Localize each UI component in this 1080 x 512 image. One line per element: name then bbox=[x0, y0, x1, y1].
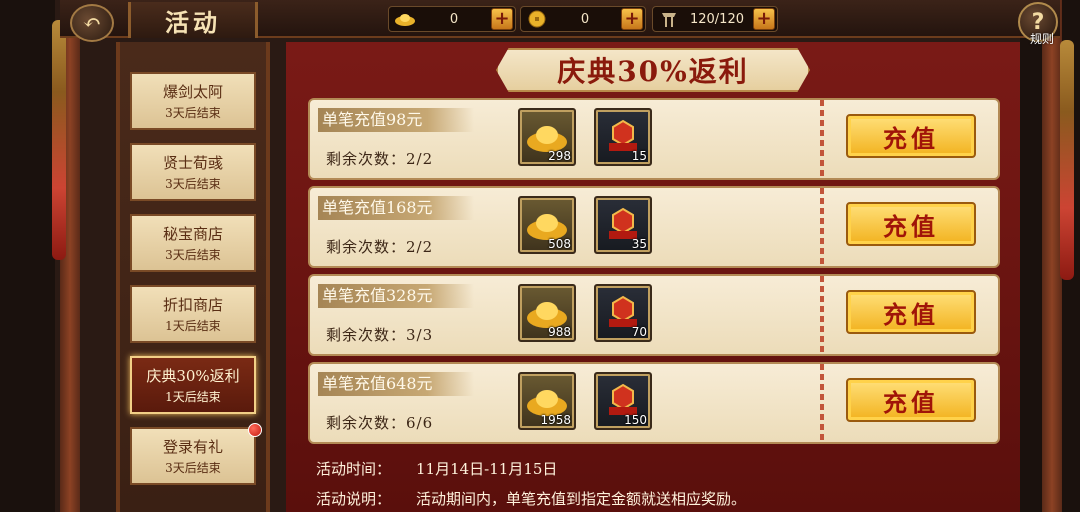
row-divider bbox=[820, 188, 824, 266]
menu-item-login-gift[interactable]: 登录有礼 3天后结束 bbox=[130, 423, 262, 485]
left-curtain bbox=[0, 0, 55, 512]
reward-count: 15 bbox=[631, 149, 647, 163]
reward-count: 508 bbox=[548, 237, 571, 251]
coin-value: 0 bbox=[580, 11, 590, 27]
event-time: 活动时间： 11月14日-11月15日 bbox=[316, 458, 557, 479]
firecracker-reward[interactable]: 150 bbox=[594, 372, 652, 430]
recharge-button[interactable]: 充值 bbox=[846, 202, 976, 246]
menu-item-name: 折扣商店 bbox=[162, 296, 223, 314]
firecracker-reward[interactable]: 35 bbox=[594, 196, 652, 254]
gold-ingot-reward[interactable]: 988 bbox=[518, 284, 576, 342]
gold-ingot-icon bbox=[393, 9, 417, 29]
menu-item-countdown: 3天后结束 bbox=[165, 177, 221, 191]
menu-item-name: 庆典30%返利 bbox=[146, 367, 240, 385]
menu-item-name: 贤士荀彧 bbox=[162, 154, 223, 172]
remaining-count: 剩余次数：6/6 bbox=[326, 414, 434, 432]
add-stamina-button[interactable]: + bbox=[753, 8, 775, 30]
stamina-value: 120/120 bbox=[689, 11, 744, 27]
menu-item-countdown: 3天后结束 bbox=[165, 248, 221, 262]
remaining-count: 剩余次数：3/3 bbox=[326, 326, 434, 344]
menu-item-rebate[interactable]: 庆典30%返利 1天后结束 bbox=[130, 356, 256, 414]
gold-ingot-reward[interactable]: 508 bbox=[518, 196, 576, 254]
recharge-button[interactable]: 充值 bbox=[846, 290, 976, 334]
reward-title: 单笔充值328元 bbox=[318, 284, 474, 308]
left-tassel bbox=[52, 20, 66, 260]
event-description-label: 活动说明： bbox=[316, 490, 392, 508]
menu-item-treasure-shop[interactable]: 秘宝商店 3天后结束 bbox=[130, 214, 256, 272]
menu-item-countdown: 3天后结束 bbox=[165, 106, 221, 120]
event-description: 活动说明： 活动期间内，单笔充值到指定金额就送相应奖励。 bbox=[316, 488, 746, 509]
menu-item-name: 爆剑太阿 bbox=[162, 83, 223, 101]
reward-count: 1958 bbox=[540, 413, 571, 427]
right-tassel bbox=[1060, 40, 1074, 280]
firecracker-reward[interactable]: 15 bbox=[594, 108, 652, 166]
reward-row: 单笔充值98元 剩余次数：2/2 298 15 充值 bbox=[308, 98, 1000, 180]
reward-title: 单笔充值168元 bbox=[318, 196, 474, 220]
reward-count: 988 bbox=[548, 325, 571, 339]
menu-item-countdown: 1天后结束 bbox=[165, 319, 221, 333]
right-pillar bbox=[1042, 0, 1062, 512]
add-coin-button[interactable]: + bbox=[621, 8, 643, 30]
reward-count: 150 bbox=[624, 413, 647, 427]
page-title: 活动 bbox=[128, 2, 258, 38]
back-arrow-icon: ↶ bbox=[82, 10, 102, 36]
menu-item-xun-yu[interactable]: 贤士荀彧 3天后结束 bbox=[130, 143, 256, 201]
gold-ingot-reward[interactable]: 1958 bbox=[518, 372, 576, 430]
reward-row: 单笔充值168元 剩余次数：2/2 508 35 充值 bbox=[308, 186, 1000, 268]
row-divider bbox=[820, 276, 824, 354]
menu-item-discount-shop[interactable]: 折扣商店 1天后结束 bbox=[130, 285, 256, 343]
recharge-button[interactable]: 充值 bbox=[846, 114, 976, 158]
event-time-label: 活动时间： bbox=[316, 460, 392, 478]
remaining-count: 剩余次数：2/2 bbox=[326, 150, 434, 168]
menu-item-jian-tai-a[interactable]: 爆剑太阿 3天后结束 bbox=[130, 72, 256, 130]
back-button[interactable]: ↶ bbox=[70, 4, 114, 42]
reward-row: 单笔充值648元 剩余次数：6/6 1958 150 充值 bbox=[308, 362, 1000, 444]
gold-ingot-reward[interactable]: 298 bbox=[518, 108, 576, 166]
recharge-button[interactable]: 充值 bbox=[846, 378, 976, 422]
event-description-value: 活动期间内，单笔充值到指定金额就送相应奖励。 bbox=[416, 490, 747, 508]
reward-count: 298 bbox=[548, 149, 571, 163]
coin-icon bbox=[525, 9, 549, 29]
resource-coin: 0 + bbox=[520, 6, 646, 32]
help-label: 规则 bbox=[1029, 32, 1054, 46]
reward-count: 35 bbox=[631, 237, 647, 251]
rebate-panel: 庆典30%返利 单笔充值98元 剩余次数：2/2 298 15 充值 单笔充值1… bbox=[286, 42, 1020, 512]
gold-ingot-value: 0 bbox=[449, 11, 459, 27]
menu-item-name: 秘宝商店 bbox=[162, 225, 223, 243]
event-banner: 庆典30%返利 bbox=[496, 48, 810, 92]
menu-item-countdown: 1天后结束 bbox=[165, 390, 221, 404]
resource-gold-ingot: 0 + bbox=[388, 6, 516, 32]
row-divider bbox=[820, 100, 824, 178]
event-time-value: 11月14日-11月15日 bbox=[416, 460, 558, 478]
resource-stamina: 120/120 + bbox=[652, 6, 778, 32]
reward-row: 单笔充值328元 剩余次数：3/3 988 70 充值 bbox=[308, 274, 1000, 356]
firecracker-reward[interactable]: 70 bbox=[594, 284, 652, 342]
reward-title: 单笔充值98元 bbox=[318, 108, 474, 132]
row-divider bbox=[820, 364, 824, 442]
notification-dot bbox=[248, 423, 262, 437]
reward-count: 70 bbox=[631, 325, 647, 339]
add-gold-ingot-button[interactable]: + bbox=[491, 8, 513, 30]
reward-title: 单笔充值648元 bbox=[318, 372, 474, 396]
menu-item-name: 登录有礼 bbox=[162, 438, 223, 456]
activity-menu: 爆剑太阿 3天后结束 贤士荀彧 3天后结束 秘宝商店 3天后结束 折扣商店 1天… bbox=[116, 42, 270, 512]
stamina-flag-icon bbox=[657, 9, 681, 29]
menu-item-countdown: 3天后结束 bbox=[165, 461, 221, 475]
remaining-count: 剩余次数：2/2 bbox=[326, 238, 434, 256]
